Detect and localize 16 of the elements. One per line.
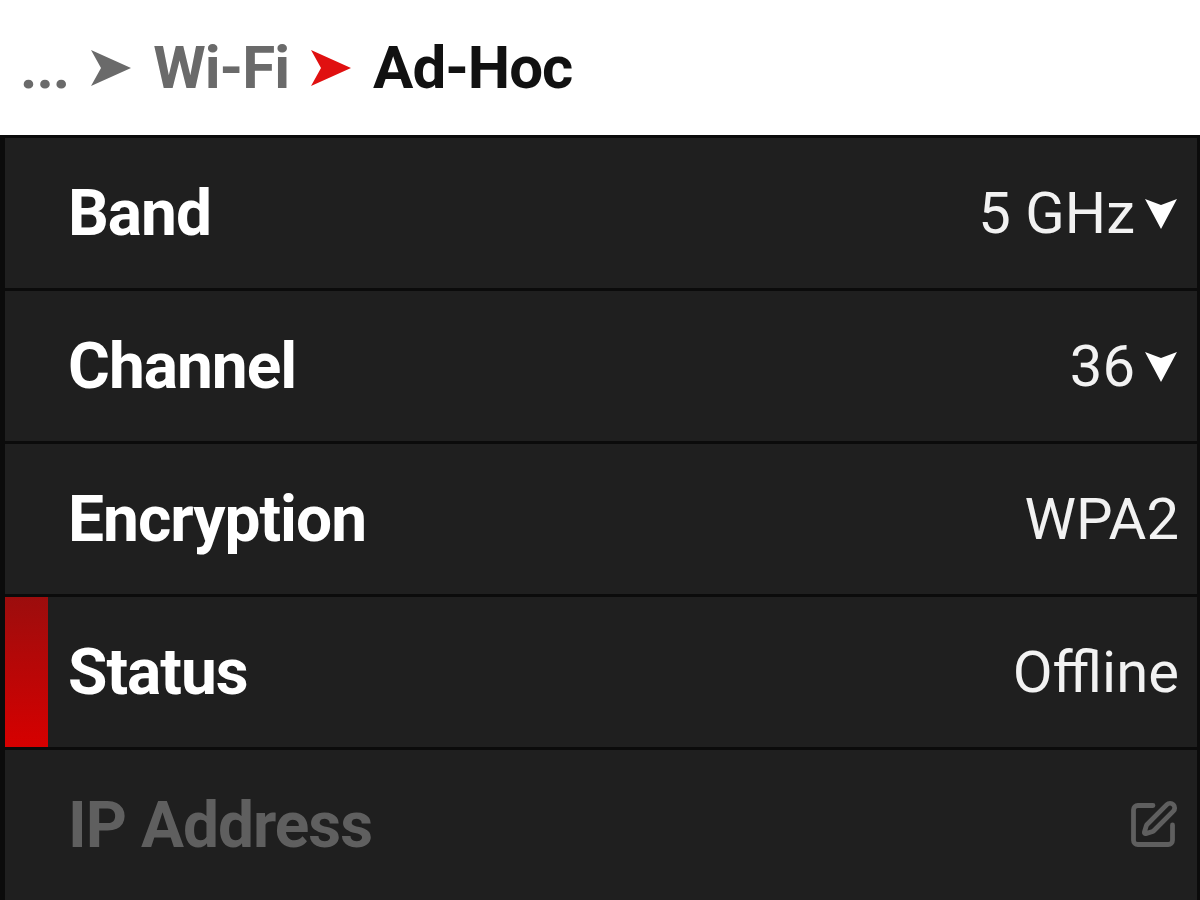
settings-row[interactable]: Encryption WPA2	[5, 444, 1197, 594]
row-value: WPA2	[1024, 485, 1179, 553]
row-label: Encryption	[68, 481, 367, 557]
row-label: IP Address	[68, 787, 373, 863]
row-label: Status	[68, 634, 248, 710]
row-value: 5 GHz	[978, 179, 1135, 247]
row-value: Offline	[1012, 638, 1179, 706]
settings-row[interactable]: Status Offline	[5, 597, 1197, 747]
settings-row[interactable]: Channel 36	[5, 291, 1197, 441]
row-label: Band	[68, 175, 211, 251]
settings-row[interactable]: Band 5 GHz	[5, 138, 1197, 288]
row-label: Channel	[68, 328, 297, 404]
breadcrumb-item: Ad-Hoc	[373, 32, 573, 103]
breadcrumb-item[interactable]: Wi-Fi	[153, 32, 290, 103]
row-value: 36	[1069, 332, 1135, 400]
breadcrumb-item[interactable]: ...	[20, 32, 70, 103]
